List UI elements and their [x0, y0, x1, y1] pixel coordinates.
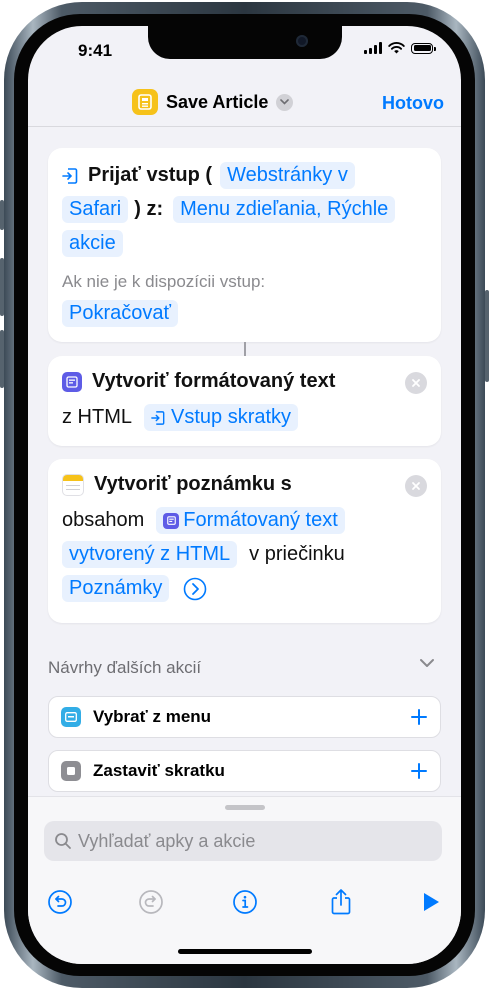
undo-icon — [48, 890, 72, 914]
suggestion-label: Vybrať z menu — [93, 707, 212, 726]
input-icon — [151, 410, 165, 425]
fallback-label: Ak nie je k dispozícii vstup: — [62, 272, 266, 291]
collapse-suggestions-icon[interactable] — [419, 658, 435, 668]
volume-down-button — [0, 330, 4, 388]
stop-icon — [61, 761, 81, 781]
note-content-token[interactable]: Formátovaný text — [156, 507, 345, 534]
search-placeholder: Vyhľadať apky a akcie — [78, 830, 256, 851]
action-connector — [244, 342, 246, 356]
close-icon — [412, 379, 420, 387]
run-button[interactable] — [414, 885, 448, 919]
undo-button[interactable] — [43, 885, 77, 919]
cellular-signal-icon — [364, 42, 382, 54]
suggestions-heading: Návrhy ďalších akcií — [48, 658, 202, 677]
chevron-down-icon — [276, 93, 294, 111]
menu-icon — [61, 707, 81, 727]
notes-icon — [62, 473, 84, 496]
input-type-token[interactable]: Webstránky v — [220, 162, 355, 189]
action-search-sheet: Vyhľadať apky a akcie — [28, 796, 461, 964]
search-icon — [55, 833, 71, 849]
editor-toolbar — [28, 885, 461, 921]
volume-up-button — [0, 258, 4, 316]
remove-action-button[interactable] — [405, 372, 427, 394]
folder-label: v priečinku — [249, 543, 345, 565]
input-type-token-continued[interactable]: Safari — [62, 196, 129, 223]
action-card-rich-text[interactable]: Vytvoriť formátovaný text z HTML Vstup s… — [48, 356, 441, 446]
input-source-token[interactable]: Menu zdieľania, Rýchle — [173, 196, 396, 223]
wifi-icon — [388, 42, 405, 54]
plus-icon[interactable] — [410, 708, 428, 726]
action-card-receive-input[interactable]: Prijať vstup ( Webstránky v Safari ) z: … — [48, 148, 441, 342]
status-time: 9:41 — [78, 41, 113, 60]
action-title-continued: z HTML — [62, 406, 132, 428]
share-icon — [331, 889, 351, 915]
redo-button[interactable] — [134, 885, 168, 919]
nav-bar: Save Article Hotovo — [28, 81, 461, 127]
info-icon — [233, 890, 257, 914]
camera-icon — [296, 35, 308, 47]
suggestion-choose-from-menu[interactable]: Vybrať z menu — [48, 696, 441, 738]
note-content-token-continued[interactable]: vytvorený z HTML — [62, 541, 238, 568]
redo-icon — [139, 890, 163, 914]
shortcut-input-token[interactable]: Vstup skratky — [144, 404, 299, 431]
notch — [148, 26, 342, 59]
input-source-token-continued[interactable]: akcie — [62, 230, 123, 257]
rich-text-icon — [163, 512, 180, 529]
suggestion-stop-shortcut[interactable]: Zastaviť skratku — [48, 750, 441, 792]
folder-token[interactable]: Poznámky — [62, 575, 170, 602]
shortcut-title-menu[interactable]: Save Article — [132, 89, 294, 115]
shortcut-input-token-label: Vstup skratky — [171, 406, 292, 428]
side-button — [485, 290, 489, 382]
suggestion-label: Zastaviť skratku — [93, 761, 225, 780]
mute-switch — [0, 200, 4, 230]
play-icon — [424, 893, 439, 911]
share-button[interactable] — [324, 885, 358, 919]
battery-icon — [411, 42, 436, 54]
action-card-create-note[interactable]: Vytvoriť poznámku s obsahom Formátovaný … — [48, 459, 441, 623]
shortcut-title: Save Article — [166, 91, 269, 112]
screen: 9:41 Save Article Hotovo Prijať vstup (… — [28, 26, 461, 964]
input-icon — [62, 167, 78, 184]
nav-divider — [28, 126, 461, 127]
home-indicator — [178, 949, 312, 954]
close-icon — [412, 482, 420, 490]
rich-text-icon — [62, 371, 82, 392]
action-title: Vytvoriť formátovaný text — [92, 370, 336, 392]
shortcut-icon — [132, 89, 158, 115]
action-title: Vytvoriť poznámku s — [94, 473, 292, 495]
search-field[interactable]: Vyhľadať apky a akcie — [44, 821, 442, 861]
info-button[interactable] — [228, 885, 262, 919]
plus-icon[interactable] — [410, 762, 428, 780]
from-label: ) z: — [134, 198, 164, 220]
done-button[interactable]: Hotovo — [382, 93, 444, 114]
action-title-continued: obsahom — [62, 509, 145, 531]
fallback-value-token[interactable]: Pokračovať — [62, 300, 178, 327]
note-content-token-label: Formátovaný text — [183, 509, 338, 531]
chevron-right-circle-icon[interactable] — [183, 577, 207, 601]
sheet-grabber[interactable] — [225, 805, 265, 810]
action-title: Prijať vstup ( — [88, 164, 213, 186]
status-icons — [364, 42, 436, 54]
remove-action-button[interactable] — [405, 475, 427, 497]
